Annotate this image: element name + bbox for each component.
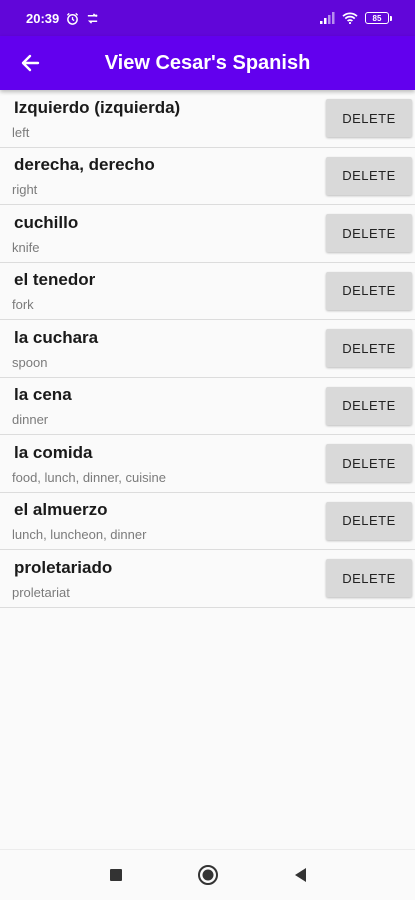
delete-button[interactable]: DELETE xyxy=(326,329,412,368)
word-text: cuchillo xyxy=(14,212,79,232)
delete-button[interactable]: DELETE xyxy=(326,214,412,253)
delete-button[interactable]: DELETE xyxy=(326,271,412,310)
word-text: proletariado xyxy=(14,557,113,577)
data-transfer-icon xyxy=(86,12,99,25)
app-bar: View Cesar's Spanish xyxy=(0,36,415,90)
arrow-left-icon xyxy=(21,54,40,72)
word-text: la cena xyxy=(14,385,72,405)
translation-text: dinner xyxy=(12,412,49,428)
page-title: View Cesar's Spanish xyxy=(104,51,311,74)
list-item: el almuerzo lunch, luncheon, dinner DELE… xyxy=(0,493,415,550)
signal-icon xyxy=(320,12,335,24)
back-button[interactable] xyxy=(0,36,60,90)
word-text: la cuchara xyxy=(14,327,99,347)
translation-text: knife xyxy=(12,239,40,255)
alarm-clock-icon xyxy=(66,12,79,25)
word-list: Izquierdo (izquierda) left DELETE derech… xyxy=(0,90,415,608)
delete-button[interactable]: DELETE xyxy=(326,99,412,138)
translation-text: fork xyxy=(12,297,34,313)
translation-text: right xyxy=(12,182,38,198)
status-bar: 20:39 85 xyxy=(0,0,415,36)
list-item: la comida food, lunch, dinner, cuisine D… xyxy=(0,435,415,493)
triangle-back-icon xyxy=(294,868,306,882)
translation-text: spoon xyxy=(12,354,48,370)
navigation-bar xyxy=(0,849,415,900)
recents-button[interactable] xyxy=(101,860,131,890)
word-text: el tenedor xyxy=(14,270,96,290)
square-icon xyxy=(109,869,122,881)
translation-text: left xyxy=(12,124,30,140)
delete-button[interactable]: DELETE xyxy=(326,501,412,540)
delete-button[interactable]: DELETE xyxy=(326,444,412,483)
circle-icon xyxy=(197,865,218,885)
wifi-icon xyxy=(342,12,358,24)
delete-button[interactable]: DELETE xyxy=(326,559,412,598)
word-text: la comida xyxy=(14,442,93,462)
list-item: el tenedor fork DELETE xyxy=(0,263,415,320)
word-text: el almuerzo xyxy=(14,500,108,520)
delete-button[interactable]: DELETE xyxy=(326,156,412,195)
delete-button[interactable]: DELETE xyxy=(326,386,412,425)
translation-text: lunch, luncheon, dinner xyxy=(12,527,147,543)
status-time: 20:39 xyxy=(26,10,60,26)
home-button[interactable] xyxy=(193,860,223,890)
translation-text: proletariat xyxy=(12,584,70,600)
word-text: derecha, derecho xyxy=(14,155,155,175)
list-item: la cuchara spoon DELETE xyxy=(0,320,415,378)
list-item: derecha, derecho right DELETE xyxy=(0,148,415,205)
battery-icon: 85 xyxy=(365,12,392,24)
list-item: cuchillo knife DELETE xyxy=(0,205,415,263)
list-item: Izquierdo (izquierda) left DELETE xyxy=(0,90,415,148)
list-item: la cena dinner DELETE xyxy=(0,378,415,435)
translation-text: food, lunch, dinner, cuisine xyxy=(12,469,166,485)
word-text: Izquierdo (izquierda) xyxy=(14,97,181,117)
back-nav-button[interactable] xyxy=(285,860,315,890)
list-item: proletariado proletariat DELETE xyxy=(0,550,415,608)
